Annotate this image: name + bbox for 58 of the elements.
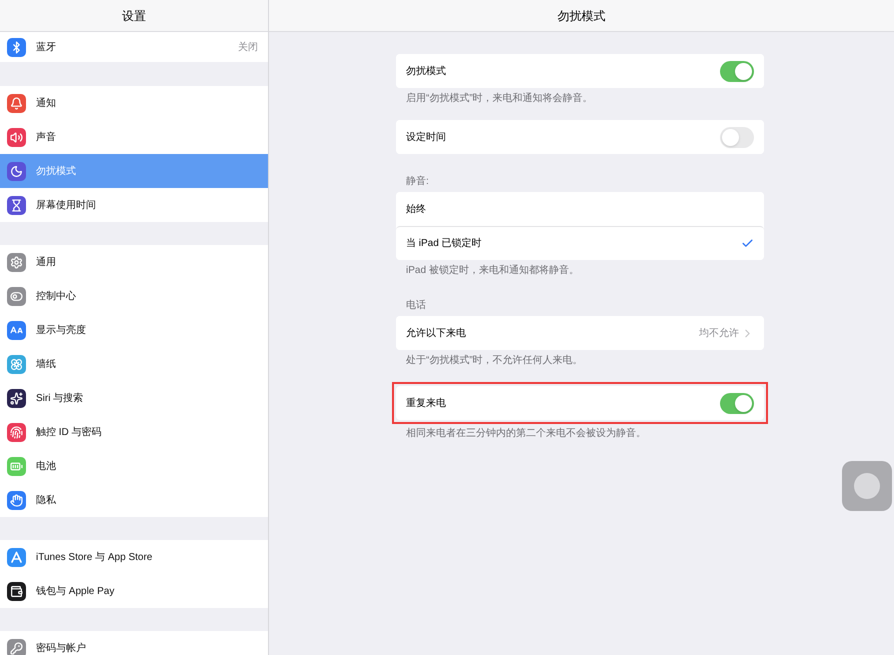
section-footer: 处于“勿扰模式”时，不允许任何人来电。 [396,353,764,368]
checkmark-icon [741,237,754,250]
sidebar-item-label: Siri 与搜索 [36,392,84,406]
sidebar-item-label: 勿扰模式 [36,164,77,178]
sidebar-item-label: 电池 [36,460,57,474]
toggle-switch[interactable] [720,392,754,414]
section-footer: 相同来电者在三分钟内的第二个来电不会被设为静音。 [396,426,764,441]
bell-icon [7,94,26,112]
battery-icon [7,456,26,476]
detail-title: 勿扰模式 [558,8,606,24]
sidebar-title: 设置 [122,8,146,24]
toggle-switch[interactable] [720,126,754,148]
hourglass-icon [7,196,26,214]
key-icon [7,638,26,655]
fingerprint-icon [7,422,26,442]
floating-home-button[interactable] [842,461,892,511]
sidebar-item-label: 钱包与 Apple Pay [36,584,116,598]
sidebar-item-label: iTunes Store 与 App Store [36,550,154,564]
flower-icon [7,354,26,374]
settings-row[interactable]: 当 iPad 已锁定时 [396,226,764,260]
row-label: 勿扰模式 [406,64,447,78]
section-footer: iPad 被锁定时，来电和通知都将静音。 [396,263,764,278]
sidebar-item-label: 显示与亮度 [36,324,87,338]
sidebar-item-label: 触控 ID 与密码 [36,426,103,440]
settings-row[interactable]: 重复来电 [396,386,764,420]
sidebar-item-label: 控制中心 [36,290,77,304]
toggle-switch[interactable] [720,60,754,82]
sidebar-item-label: 密码与帐户 [36,642,87,655]
row-label: 重复来电 [406,396,447,410]
sidebar-item-label: 屏幕使用时间 [36,198,97,212]
row-value: 均不允许 [699,326,739,340]
row-label: 始终 [406,202,427,216]
sidebar-item-label: 墙纸 [36,358,57,372]
sparkle-icon [7,388,26,408]
settings-row[interactable]: 允许以下来电 均不允许 [396,316,764,350]
settings-row[interactable]: 设定时间 [396,120,764,154]
row-label: 当 iPad 已锁定时 [406,236,483,251]
section-header: 静音: [405,174,430,189]
sidebar-item-label: 通用 [36,256,57,270]
sidebar-item-label: 通知 [36,96,57,110]
wallet-icon [7,582,26,600]
letters-icon [7,320,26,340]
row-label: 允许以下来电 [406,326,467,340]
sidebar-item-label: 声音 [36,130,57,144]
section-footer: 启用“勿扰模式”时，来电和通知将会静音。 [396,91,764,106]
section-header: 电话 [405,298,427,313]
settings-icon [7,252,26,272]
sidebar-item-value: 关闭 [238,40,258,54]
row-label: 设定时间 [406,130,447,144]
sidebar-item-label: 隐私 [36,494,57,508]
bluetooth-icon [7,38,26,56]
speaker-icon [7,128,26,146]
toggle-switches-icon [7,286,26,306]
stylized-a-icon [7,548,26,566]
settings-row[interactable]: 勿扰模式 [396,54,764,88]
sidebar-item-label: 蓝牙 [36,40,57,54]
hand-icon [7,490,26,510]
moon-icon [7,162,26,180]
